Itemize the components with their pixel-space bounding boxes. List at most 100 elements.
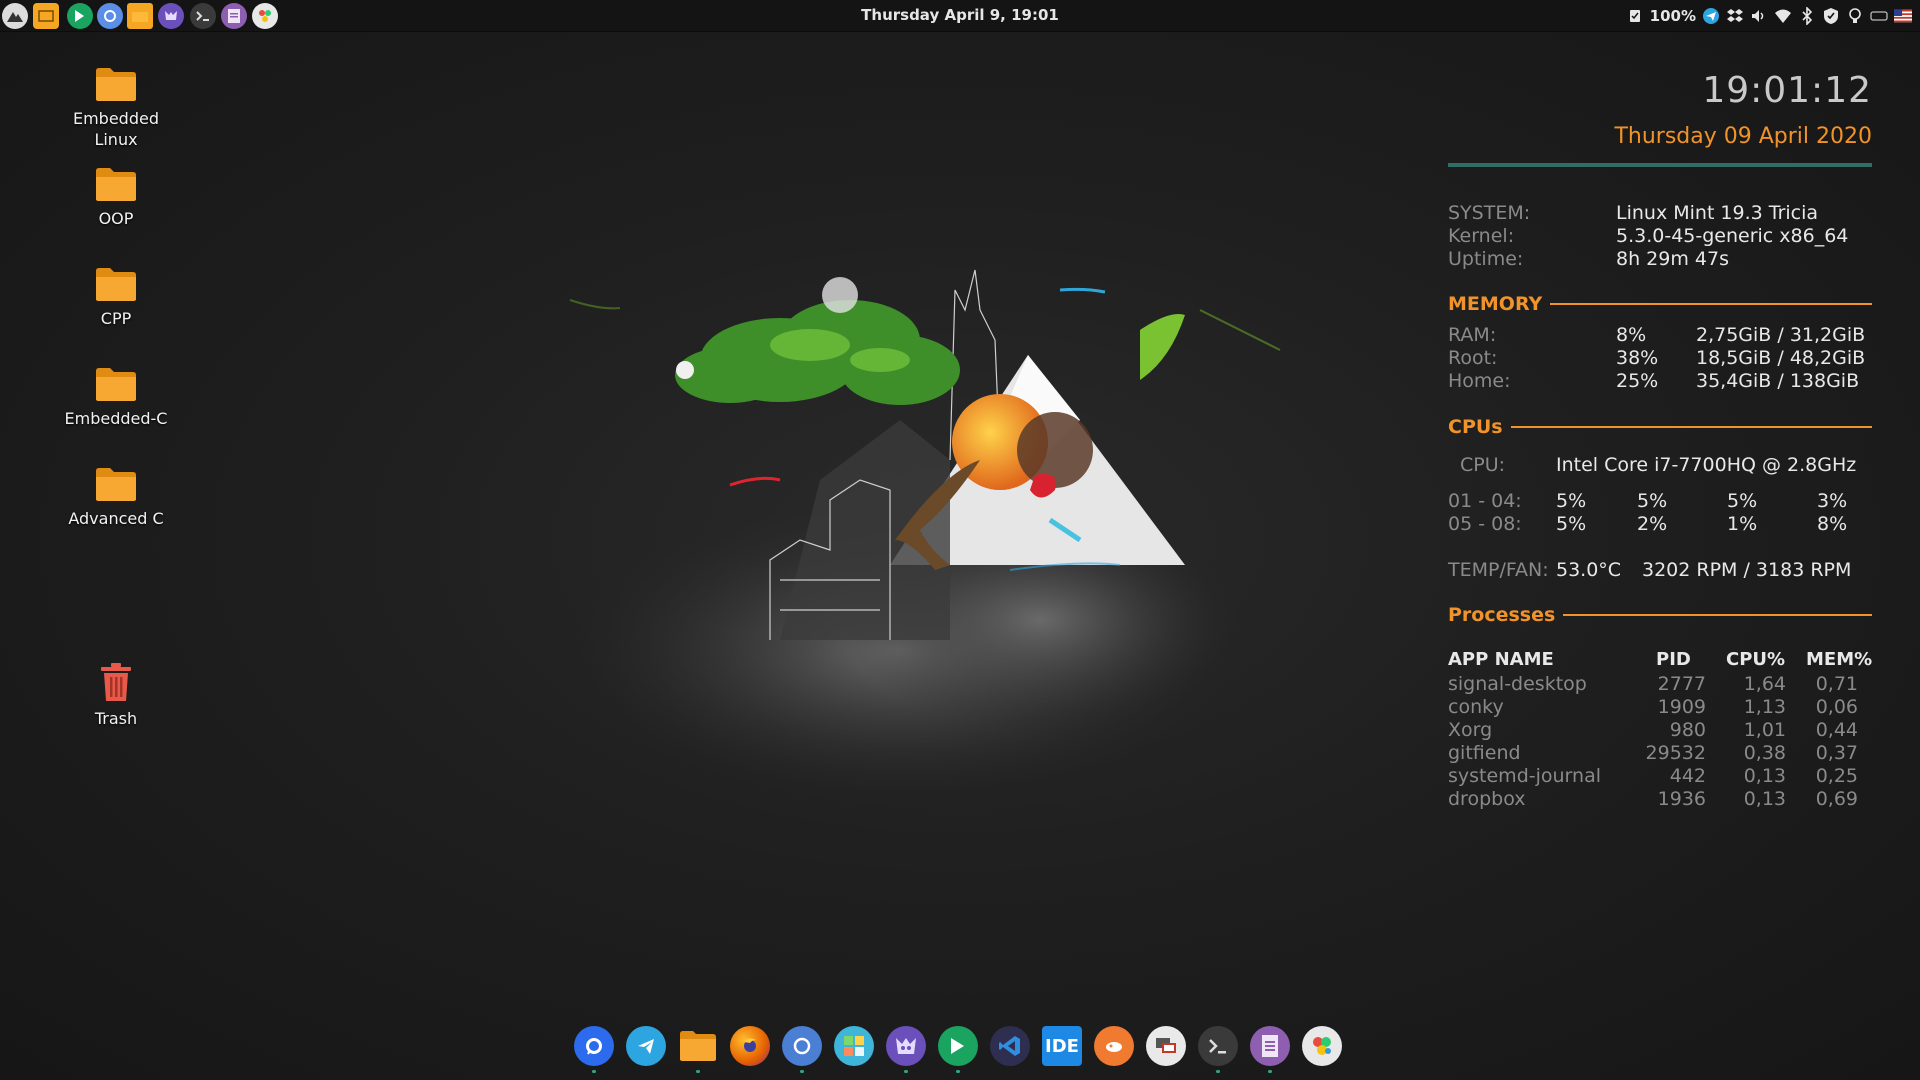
process-name: Xorg <box>1448 719 1493 741</box>
signal-icon <box>586 1038 602 1055</box>
running-indicator <box>592 1070 596 1073</box>
dock-remote-desktop[interactable] <box>1146 1026 1186 1066</box>
dock-chromium[interactable] <box>782 1026 822 1073</box>
keyboard-icon[interactable] <box>1870 7 1888 25</box>
heading-rule <box>1563 614 1872 616</box>
process-mem: 0,37 <box>1815 742 1858 764</box>
folder-icon <box>95 366 137 402</box>
menu-button[interactable] <box>2 3 28 29</box>
launcher-terminal[interactable] <box>190 3 216 29</box>
process-cpu: 1,01 <box>1743 719 1786 741</box>
fan-value: 3202 RPM / 3183 RPM <box>1642 559 1852 581</box>
text-editor-icon <box>228 9 240 23</box>
bluetooth-icon[interactable] <box>1798 7 1816 25</box>
ram-value: 2,75GiB / 31,2GiB <box>1696 324 1866 346</box>
dock-evernote[interactable] <box>938 1026 978 1073</box>
heading-rule <box>1550 303 1872 305</box>
desktop-folder-oop[interactable]: OOP <box>56 166 176 229</box>
chromium-icon <box>104 10 116 22</box>
dock-gitfiend[interactable] <box>886 1026 926 1073</box>
temp-fan-label: TEMP/FAN: <box>1448 559 1549 581</box>
home-label: Home: <box>1448 370 1511 392</box>
dock-files[interactable] <box>678 1026 718 1073</box>
launcher-chromium[interactable] <box>97 3 123 29</box>
launcher-evernote[interactable] <box>67 3 93 29</box>
conky-time: 19:01:12 <box>1702 70 1872 111</box>
desktop-icon-label: OOP <box>98 209 134 228</box>
col-mem: MEM% <box>1806 649 1873 670</box>
flag-us-icon[interactable] <box>1894 7 1912 25</box>
dock-firefox[interactable] <box>730 1026 770 1066</box>
ide-icon: IDE <box>1045 1035 1079 1057</box>
process-cpu: 1,13 <box>1743 696 1786 718</box>
lightbulb-icon[interactable] <box>1846 7 1864 25</box>
cpu-core-value: 2% <box>1637 513 1668 535</box>
desktop-folder-embedded-linux[interactable]: Embedded Linux <box>56 66 176 150</box>
desktop-icon-label: Trash <box>94 709 138 728</box>
desktop-folder-embedded-c[interactable]: Embedded-C <box>56 366 176 429</box>
volume-icon[interactable] <box>1750 7 1768 25</box>
folder-icon <box>95 266 137 302</box>
dock-telegram[interactable] <box>626 1026 666 1066</box>
cpu-label: CPU: <box>1460 454 1506 476</box>
postman-icon <box>1106 1042 1122 1052</box>
desktop-folder-cpp[interactable]: CPP <box>56 266 176 329</box>
launcher-text-editor[interactable] <box>221 3 247 29</box>
conky-divider <box>1448 163 1872 167</box>
usb-icon[interactable] <box>1626 7 1644 25</box>
file-manager-icon <box>38 10 54 22</box>
process-pid: 1909 <box>1657 696 1706 718</box>
ram-label: RAM: <box>1448 324 1497 346</box>
memory-heading: MEMORY <box>1448 293 1872 315</box>
dock-text-editor[interactable] <box>1250 1026 1290 1073</box>
terminal-icon <box>1209 1039 1226 1054</box>
menu-icon <box>7 12 23 22</box>
desktop-trash[interactable]: Trash <box>56 662 176 729</box>
evernote-icon <box>951 1038 964 1054</box>
memory-title: MEMORY <box>1448 293 1543 315</box>
process-pid: 2777 <box>1657 673 1706 695</box>
process-cpu: 1,64 <box>1743 673 1786 695</box>
cpu-core-value: 5% <box>1556 490 1587 512</box>
col-pid: PID <box>1656 649 1691 670</box>
telegram-icon[interactable] <box>1702 7 1720 25</box>
cpu-core-value: 5% <box>1637 490 1668 512</box>
desktop-icon-label: Advanced C <box>68 509 164 528</box>
dock-calculator[interactable] <box>834 1026 874 1066</box>
dock-vscode[interactable] <box>990 1026 1030 1066</box>
cpu-model: Intel Core i7-7700HQ @ 2.8GHz <box>1556 454 1857 476</box>
battery-percent[interactable]: 100% <box>1650 7 1696 25</box>
col-cpu: CPU% <box>1726 649 1786 670</box>
gitfiend-icon <box>896 1038 916 1054</box>
folder-icon <box>95 466 137 502</box>
dock-signal[interactable] <box>574 1026 614 1073</box>
desktop-folder-advanced-c[interactable]: Advanced C <box>56 466 176 529</box>
wifi-icon[interactable] <box>1774 7 1792 25</box>
dock: IDE <box>574 1026 1342 1076</box>
chromium-icon <box>793 1037 811 1055</box>
root-percent: 38% <box>1616 347 1659 369</box>
dock-color-picker[interactable] <box>1302 1026 1342 1066</box>
process-name: signal-desktop <box>1448 673 1587 695</box>
home-value: 35,4GiB / 138GiB <box>1696 370 1860 392</box>
launcher-file-manager[interactable] <box>33 3 59 29</box>
root-value: 18,5GiB / 48,2GiB <box>1696 347 1866 369</box>
text-editor-icon <box>1262 1035 1278 1057</box>
shield-icon[interactable] <box>1822 7 1840 25</box>
panel-clock[interactable]: Thursday April 9, 19:01 <box>861 6 1059 24</box>
ram-percent: 8% <box>1616 324 1647 346</box>
cpu-row-label: 05 - 08: <box>1448 513 1522 535</box>
dropbox-icon[interactable] <box>1726 7 1744 25</box>
launcher-color-picker[interactable] <box>252 3 278 29</box>
dock-terminal[interactable] <box>1198 1026 1238 1073</box>
system-value: Linux Mint 19.3 Tricia <box>1616 202 1819 224</box>
dock-postman[interactable] <box>1094 1026 1134 1066</box>
launcher-folder[interactable] <box>127 3 153 29</box>
process-mem: 0,06 <box>1815 696 1858 718</box>
folder-icon <box>95 166 137 202</box>
cpu-row-label: 01 - 04: <box>1448 490 1522 512</box>
running-indicator <box>800 1070 804 1073</box>
dock-ide[interactable]: IDE <box>1042 1026 1082 1066</box>
launcher-gitfiend[interactable] <box>158 3 184 29</box>
running-indicator <box>1216 1070 1220 1073</box>
